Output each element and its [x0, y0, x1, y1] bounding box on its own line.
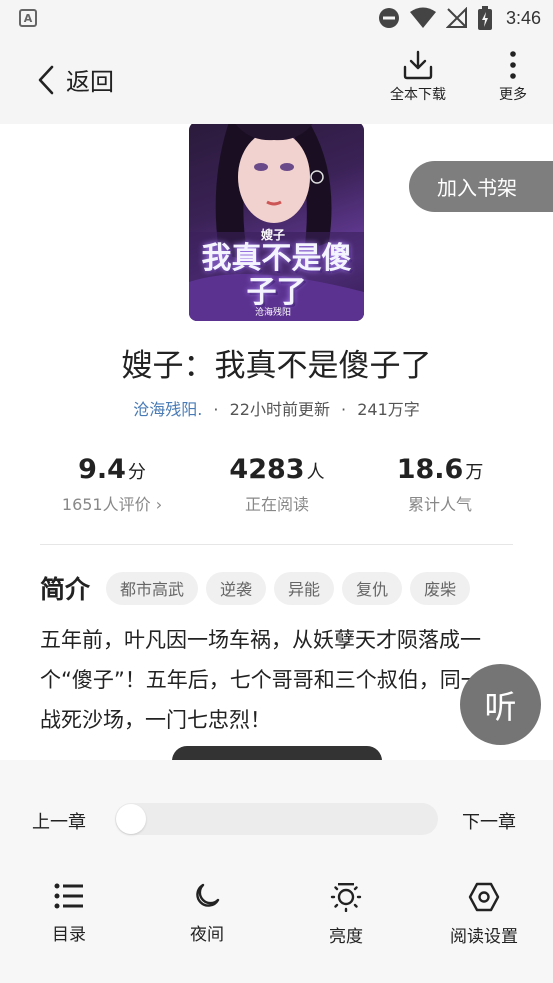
book-title: 嫂子：我真不是傻子了 — [121, 348, 432, 384]
night-mode-button[interactable]: 夜间 — [157, 882, 257, 945]
settings-hexagon-icon — [468, 882, 500, 912]
night-mode-label: 夜间 — [190, 925, 224, 945]
rating-unit: 分 — [127, 462, 146, 483]
rating-value: 9.4 — [78, 454, 126, 485]
divider — [40, 544, 513, 545]
moon-icon — [196, 883, 220, 907]
battery-charging-icon — [477, 6, 492, 30]
popularity-stat: 18.6 万 累计人气 — [350, 454, 530, 515]
toc-button[interactable]: 目录 — [19, 882, 119, 945]
meta-separator: · — [213, 400, 219, 419]
cover-author: 沧海残阳 — [255, 308, 292, 318]
cover-title: 我真不是傻子了 — [201, 241, 352, 310]
stats-row: 9.4 分 1651人评价 › 4283 人 正在阅读 18.6 万 累计人气 — [0, 454, 553, 524]
reading-settings-label: 阅读设置 — [450, 927, 518, 947]
more-button[interactable]: 更多 — [498, 50, 528, 104]
download-all-button[interactable]: 全本下载 — [390, 50, 446, 104]
add-to-bookshelf-button[interactable]: 加入书架 — [409, 161, 553, 212]
popularity-unit: 万 — [465, 462, 484, 483]
toast-overlay — [172, 746, 382, 760]
status-time: 3:46 — [505, 7, 541, 28]
status-icons: 3:46 — [378, 4, 541, 32]
genre-tag[interactable]: 废柴 — [410, 571, 471, 605]
rating-stat[interactable]: 9.4 分 1651人评价 › — [22, 454, 202, 515]
rating-count-link: 1651人评价 › — [61, 495, 163, 514]
top-nav: 返回 全本下载 更多 — [0, 36, 553, 124]
popularity-label: 累计人气 — [407, 495, 472, 514]
genre-tag[interactable]: 逆袭 — [206, 571, 267, 605]
toc-label: 目录 — [52, 925, 86, 945]
listen-button[interactable]: 听 — [460, 664, 541, 745]
list-icon — [54, 883, 83, 909]
brightness-label: 亮度 — [329, 927, 363, 947]
chevron-left-icon — [38, 65, 54, 94]
no-signal-icon — [445, 7, 467, 28]
download-all-label: 全本下载 — [390, 87, 446, 103]
back-label: 返回 — [66, 68, 114, 96]
intro-heading: 简介 — [40, 575, 91, 604]
popularity-value: 18.6 — [396, 454, 464, 485]
intro-text[interactable]: 五年前，叶凡因一场车祸，从妖孽天才陨落成一个“傻子”！五年后，七个哥哥和三个叔伯… — [40, 620, 510, 740]
app-notification-icon: A — [19, 9, 37, 27]
reading-settings-button[interactable]: 阅读设置 — [434, 882, 534, 947]
status-bar: A 3:46 — [0, 0, 553, 36]
update-time: 22小时前更新 — [229, 400, 330, 419]
brightness-button[interactable]: 亮度 — [296, 882, 396, 947]
next-chapter-button[interactable]: 下一章 — [462, 808, 516, 834]
back-button[interactable]: 返回 — [36, 62, 114, 97]
more-label: 更多 — [499, 87, 527, 103]
genre-tag[interactable]: 都市高武 — [106, 571, 199, 605]
brightness-icon — [330, 883, 362, 912]
book-meta: 沧海残阳. · 22小时前更新 · 241万字 — [0, 396, 553, 420]
readers-unit: 人 — [306, 462, 325, 483]
do-not-disturb-icon — [378, 8, 399, 28]
meta-separator: · — [341, 400, 347, 419]
author-link[interactable]: 沧海残阳. — [133, 400, 202, 419]
readers-stat: 4283 人 正在阅读 — [187, 454, 367, 515]
download-icon — [403, 50, 433, 80]
genre-tag[interactable]: 复仇 — [342, 571, 403, 605]
prev-chapter-button[interactable]: 上一章 — [32, 808, 86, 834]
progress-knob[interactable] — [116, 804, 146, 834]
genre-tag[interactable]: 异能 — [274, 571, 335, 605]
more-vertical-icon — [510, 51, 516, 79]
book-cover[interactable]: 嫂子 我真不是傻子了 沧海残阳 — [189, 124, 364, 321]
reader-toolbar: 目录 夜间 亮度 阅读设置 — [0, 882, 553, 952]
wifi-icon — [409, 7, 436, 28]
word-count: 241万字 — [357, 400, 420, 419]
reader-controls: 上一章 下一章 目录 夜间 亮度 阅读设置 — [0, 760, 553, 983]
readers-value: 4283 — [229, 454, 305, 485]
chapter-progress-slider[interactable] — [115, 803, 438, 835]
book-detail: 嫂子 我真不是傻子了 沧海残阳 加入书架 嫂子：我真不是傻子了 沧海残阳. · … — [0, 124, 553, 760]
intro-header: 简介 都市高武 逆袭 异能 复仇 废柴 — [40, 570, 471, 606]
readers-label: 正在阅读 — [244, 495, 309, 514]
